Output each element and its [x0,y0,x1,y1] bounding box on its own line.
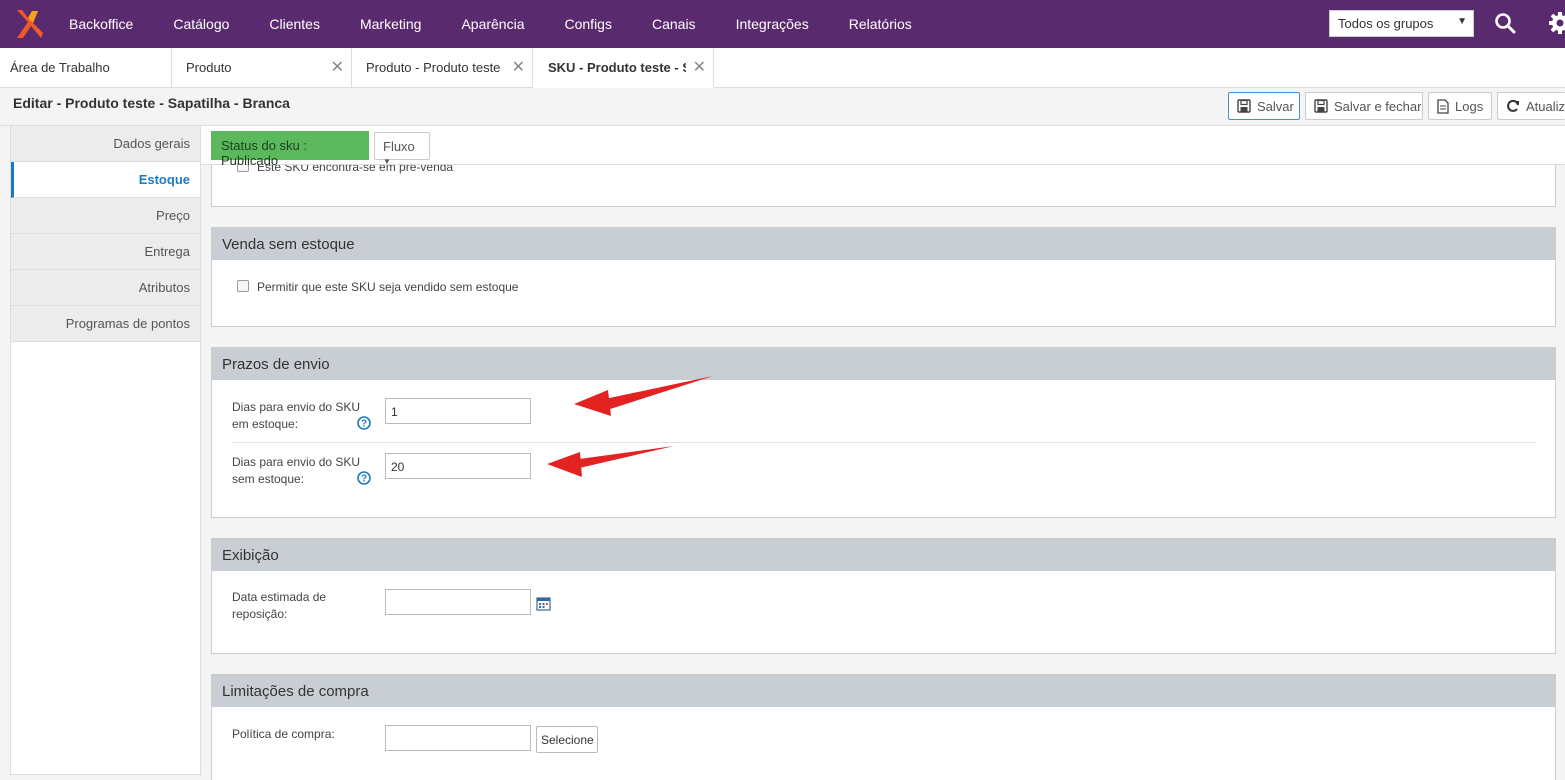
annotation-arrow [574,376,713,416]
annotation-arrow [547,446,674,477]
annotation-arrows [547,376,713,477]
